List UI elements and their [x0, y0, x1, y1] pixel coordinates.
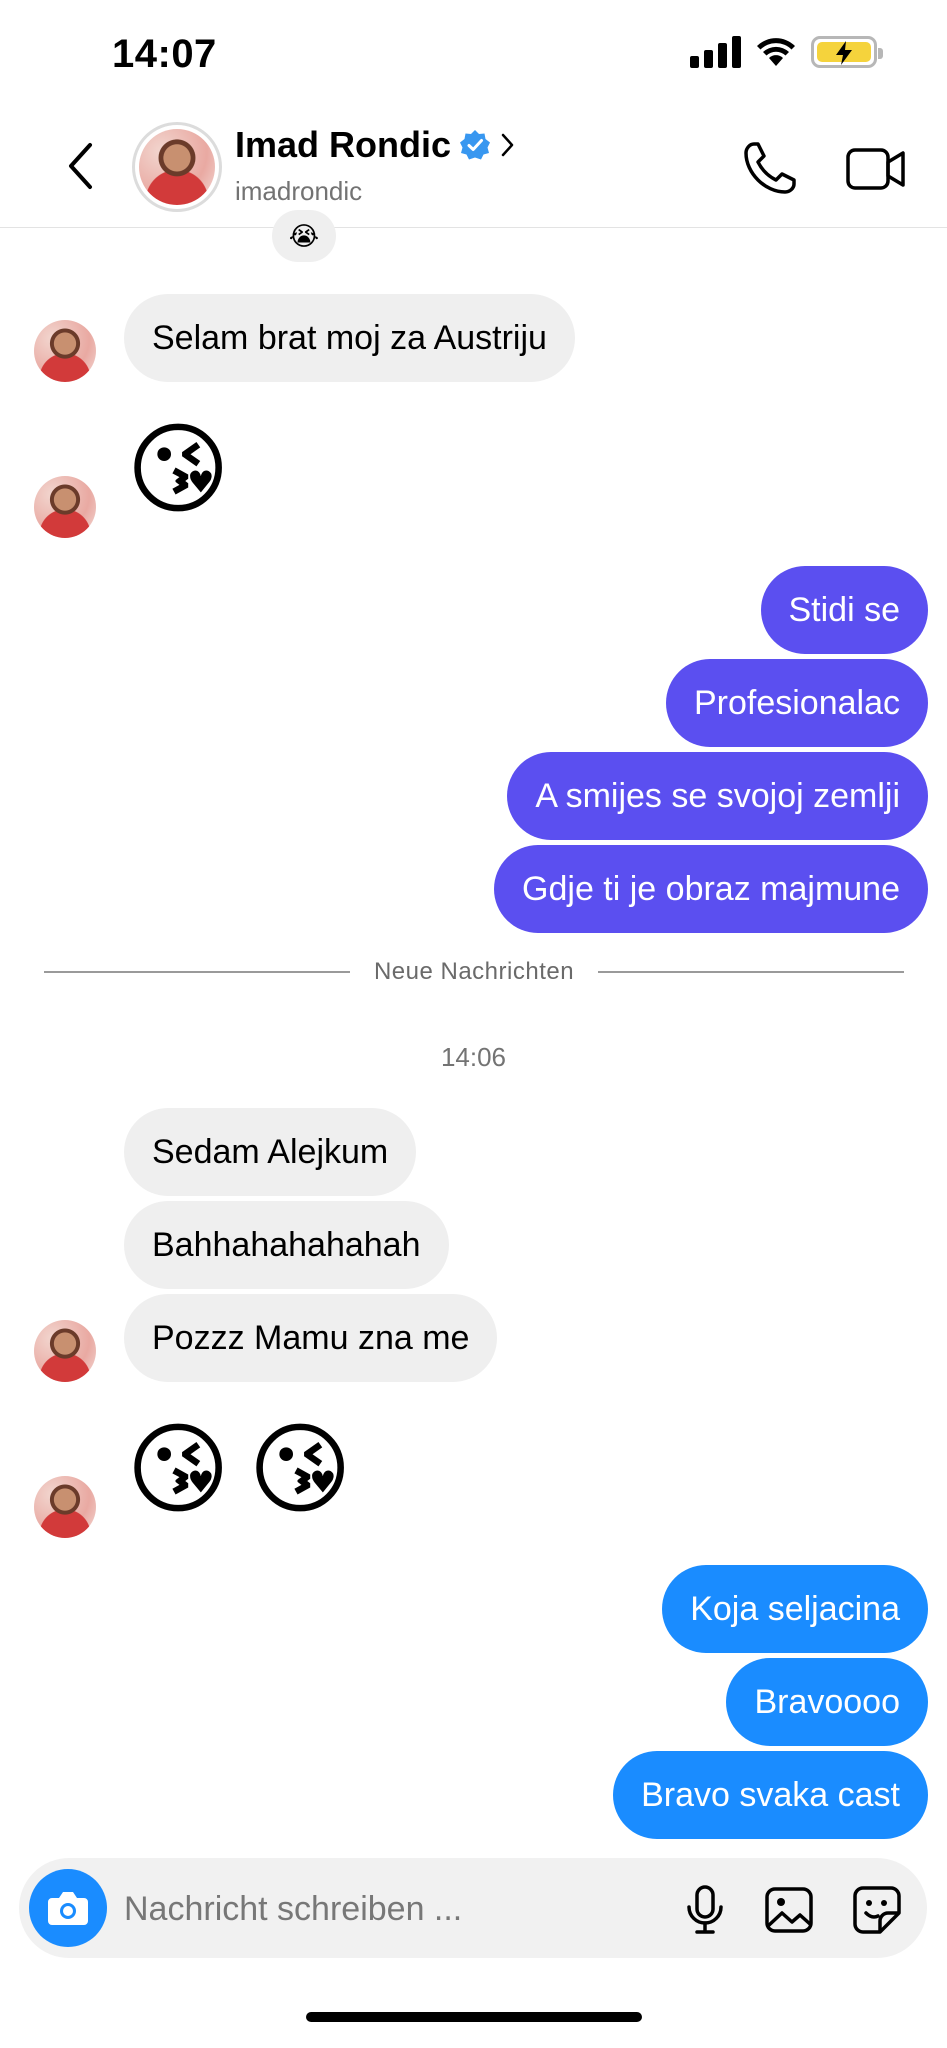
message-input[interactable] [124, 1888, 544, 1930]
microphone-button[interactable] [679, 1884, 731, 1936]
wifi-icon [757, 38, 795, 66]
outgoing-message[interactable]: Profesionalac [665, 659, 928, 747]
video-call-button[interactable] [845, 140, 907, 198]
avatar[interactable] [34, 1476, 96, 1538]
cellular-signal-icon [690, 36, 741, 68]
new-messages-divider: Neue Nachrichten [44, 958, 905, 986]
status-time: 14:07 [112, 32, 217, 76]
chevron-right-icon [501, 133, 514, 157]
sticker-icon [853, 1886, 901, 1934]
phone-icon [744, 142, 796, 194]
divider-line [44, 971, 350, 973]
contact-avatar[interactable] [132, 122, 222, 212]
microphone-icon [687, 1885, 723, 1934]
gallery-button[interactable] [763, 1884, 815, 1936]
incoming-emoji-message[interactable]: 😘 [126, 420, 230, 520]
image-icon [765, 1887, 813, 1933]
divider-line [598, 971, 905, 973]
incoming-emoji-message[interactable]: 😘 [126, 1420, 230, 1520]
status-icons [690, 36, 883, 68]
incoming-message[interactable]: Pozzz Mamu zna me [124, 1294, 498, 1382]
video-camera-icon [846, 148, 905, 190]
camera-button[interactable] [29, 1869, 107, 1947]
outgoing-message[interactable]: A smijes se svojoj zemlji [507, 752, 928, 840]
incoming-message[interactable]: Sedam Alejkum [124, 1108, 417, 1196]
home-indicator[interactable] [306, 2012, 642, 2022]
outgoing-message[interactable]: Stidi se [760, 566, 928, 654]
chevron-left-icon [69, 143, 92, 189]
sticker-button[interactable] [851, 1884, 903, 1936]
contact-name-row[interactable]: Imad Rondic [235, 124, 517, 166]
avatar[interactable] [34, 476, 96, 538]
contact-name: Imad Rondic [235, 124, 452, 165]
reaction-badge[interactable]: 😭 [272, 210, 336, 262]
incoming-emoji-message[interactable]: 😘 [248, 1420, 352, 1520]
avatar[interactable] [34, 320, 96, 382]
incoming-message[interactable]: Selam brat moj za Austriju [124, 294, 575, 382]
message-composer [19, 1858, 927, 1958]
chat-header: Imad Rondic imadrondic [0, 110, 947, 228]
contact-username[interactable]: imadrondic [235, 176, 362, 207]
voice-call-button[interactable] [740, 138, 800, 198]
avatar[interactable] [34, 1320, 96, 1382]
divider-label: Neue Nachrichten [373, 958, 575, 985]
incoming-message[interactable]: Bahhahahahahah [124, 1201, 449, 1289]
outgoing-message[interactable]: Koja seljacina [662, 1565, 928, 1653]
battery-icon [811, 36, 883, 68]
outgoing-message[interactable]: Bravoooo [726, 1658, 928, 1746]
camera-icon [48, 1892, 88, 1925]
verified-badge-icon [460, 130, 491, 160]
outgoing-message[interactable]: Gdje ti je obraz majmune [494, 845, 928, 933]
status-bar: 14:07 [0, 0, 947, 110]
back-button[interactable] [52, 138, 108, 194]
message-timestamp: 14:06 [440, 1042, 507, 1072]
outgoing-message[interactable]: Bravo svaka cast [613, 1751, 928, 1839]
